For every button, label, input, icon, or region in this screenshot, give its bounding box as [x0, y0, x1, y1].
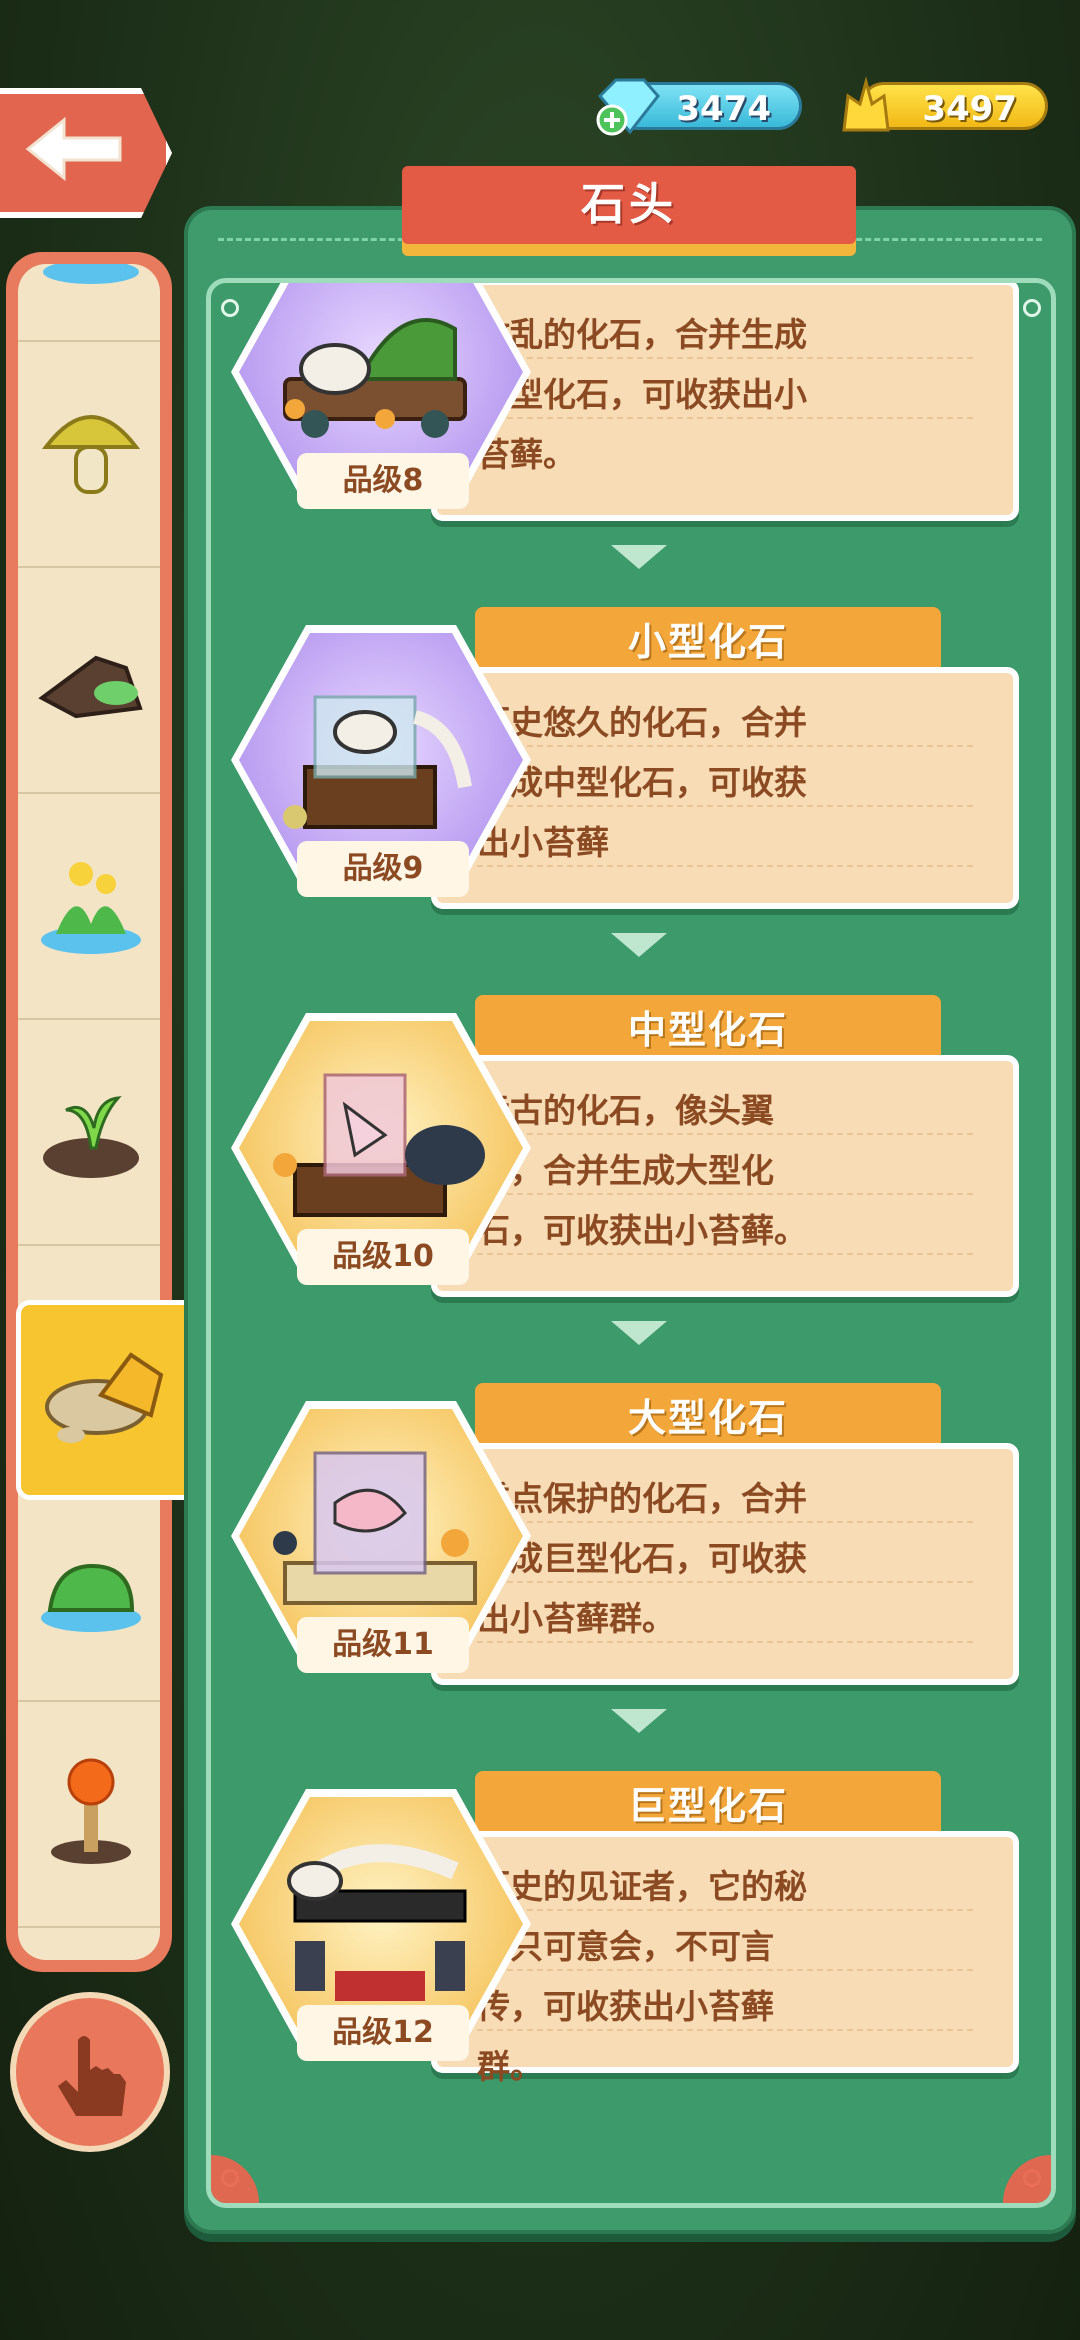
item-description: 历史的见证者，它的秘 密只可意会，不可言 传，可收获出小苔藓 群。 [431, 1831, 1019, 2086]
sidebar-item-mossy-log[interactable] [18, 566, 160, 794]
item-card-grade-8[interactable]: 散乱的化石，合并生成 小型化石，可收获出小 苔藓。 品级8 [211, 283, 1051, 607]
large-fossil-display-icon [273, 1451, 477, 1605]
item-description-text: 重点保护的化石，合并 生成巨型化石，可收获 出小苔藓群。 [477, 1479, 807, 1638]
panel-corner [211, 2155, 259, 2203]
back-button[interactable] [0, 88, 172, 218]
item-grade: 品级11 [297, 1617, 469, 1673]
gold-icon [842, 76, 890, 132]
gem-add-icon[interactable] [590, 76, 662, 138]
item-description: 历史悠久的化石，合并 生成中型化石，可收获 出小苔藓 [431, 667, 1019, 909]
gem-count: 3474 [676, 89, 771, 129]
category-sidebar [6, 252, 172, 1972]
sidebar-item-mushroom[interactable] [18, 340, 160, 568]
chevron-down-icon [611, 1321, 667, 1345]
arrow-left-icon [25, 116, 122, 182]
sidebar-item-flower[interactable] [18, 792, 160, 1020]
sidebar-item-sprout[interactable] [18, 1018, 160, 1246]
item-description-text: 远古的化石，像头翼 龙，合并生成大型化 石，可收获出小苔藓。 [477, 1091, 807, 1250]
lava-sprout-icon [51, 1758, 131, 1864]
chevron-down-icon [611, 545, 667, 569]
moss-rock-icon [41, 1563, 141, 1632]
flower-icon [41, 862, 141, 954]
small-fossil-display-icon [283, 695, 472, 829]
panel-corner [1003, 2155, 1051, 2203]
item-card-grade-11[interactable]: 大型化石 重点保护的化石，合并 生成巨型化石，可收获 出小苔藓群。 品级11 [211, 1383, 1051, 1771]
item-description: 远古的化石，像头翼 龙，合并生成大型化 石，可收获出小苔藓。 [431, 1055, 1019, 1297]
card-list[interactable]: 散乱的化石，合并生成 小型化石，可收获出小 苔藓。 品级8 小型化石 历史悠久的化石… [206, 278, 1056, 2208]
page-title: 石头 [402, 166, 856, 244]
item-description-text: 散乱的化石，合并生成 小型化石，可收获出小 苔藓。 [477, 315, 807, 474]
mushroom-icon [41, 415, 141, 494]
chevron-down-icon [611, 1709, 667, 1733]
sidebar-item-lava-sprout[interactable] [18, 1700, 160, 1928]
item-description: 散乱的化石，合并生成 小型化石，可收获出小 苔藓。 [431, 283, 1019, 521]
item-description-text: 历史的见证者，它的秘 密只可意会，不可言 传，可收获出小苔藓 群。 [477, 1867, 807, 2086]
item-card-grade-12[interactable]: 巨型化石 历史的见证者，它的秘 密只可意会，不可言 传，可收获出小苔藓 群。 品级12 [211, 1771, 1051, 2159]
item-description-text: 历史悠久的化石，合并 生成中型化石，可收获 出小苔藓 [477, 703, 807, 862]
item-card-grade-10[interactable]: 中型化石 远古的化石，像头翼 龙，合并生成大型化 石，可收获出小苔藓。 品级10 [211, 995, 1051, 1383]
item-grade: 品级9 [297, 841, 469, 897]
fossil-cart-icon [283, 318, 467, 438]
sidebar-item-moss-rock[interactable] [18, 1474, 160, 1702]
item-description: 重点保护的化石，合并 生成巨型化石，可收获 出小苔藓群。 [431, 1443, 1019, 1685]
pointer-button[interactable] [10, 1992, 170, 2152]
mossy-log-icon [38, 655, 143, 719]
gold-count: 3497 [922, 89, 1017, 129]
chevron-down-icon [611, 933, 667, 957]
giant-fossil-display-icon [287, 1844, 467, 2001]
hand-pointer-icon [58, 2036, 126, 2116]
item-grade: 品级10 [297, 1229, 469, 1285]
item-card-grade-9[interactable]: 小型化石 历史悠久的化石，合并 生成中型化石，可收获 出小苔藓 品级9 [211, 607, 1051, 995]
medium-fossil-display-icon [273, 1073, 485, 1217]
category-list [18, 264, 160, 1960]
item-grade: 品级12 [297, 2005, 469, 2061]
sprout-icon [43, 1096, 139, 1178]
stone-leaf-icon [45, 1352, 164, 1443]
sidebar-item-stone-selected[interactable] [16, 1300, 202, 1500]
item-grade: 品级8 [297, 453, 469, 509]
sidebar-item-water[interactable] [18, 264, 160, 342]
